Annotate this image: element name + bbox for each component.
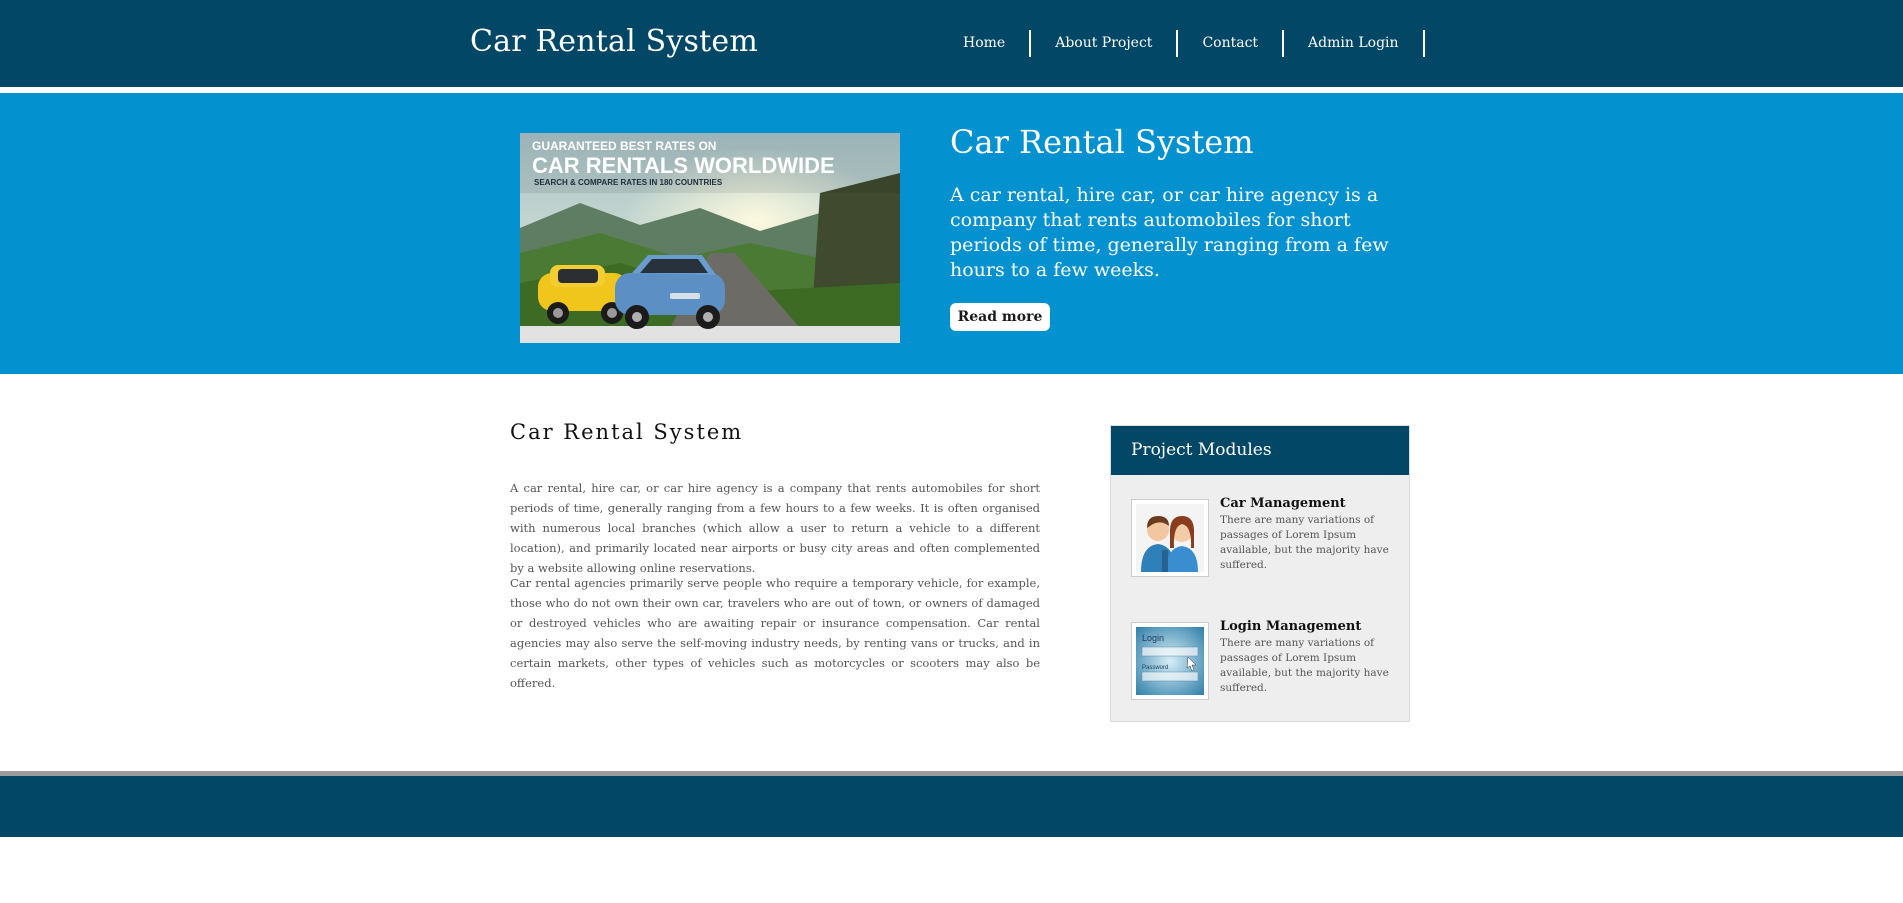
nav-admin-login[interactable]: Admin Login [1284,30,1425,57]
nav-about-project[interactable]: About Project [1031,30,1179,57]
project-modules-panel: Project Modules Car Management There are… [1110,425,1410,722]
content-title: Car Rental System [510,420,744,444]
hero-banner: GUARANTEED BEST RATES ON CAR RENTALS WOR… [0,93,1903,374]
hero-image-line3: SEARCH & COMPARE RATES IN 180 COUNTRIES [534,178,723,187]
login-form-icon: Login Password [1131,622,1209,700]
users-icon [1131,499,1209,577]
hero-image-line1: GUARANTEED BEST RATES ON [532,139,716,153]
hero-car-rental-image: GUARANTEED BEST RATES ON CAR RENTALS WOR… [520,133,900,343]
site-title[interactable]: Car Rental System [470,24,758,59]
read-more-button[interactable]: Read more [950,303,1050,331]
module-description: There are many variations of passages of… [1220,637,1389,694]
main-nav: Home About Project Contact Admin Login [937,30,1425,57]
hero-title: Car Rental System [950,123,1254,161]
content-paragraph: A car rental, hire car, or car hire agen… [510,481,1040,575]
thumb-password-label: Password [1142,665,1168,671]
module-description: There are many variations of passages of… [1220,514,1389,571]
nav-home[interactable]: Home [937,30,1032,57]
site-header: Car Rental System Home About Project Con… [0,0,1903,90]
hero-image-line2: CAR RENTALS WORLDWIDE [532,153,835,178]
site-footer [0,771,1903,837]
nav-contact[interactable]: Contact [1178,30,1285,57]
thumb-login-label: Login [1142,633,1164,643]
project-modules-title: Project Modules [1111,426,1409,475]
module-title[interactable]: Car Management [1220,496,1346,511]
module-title[interactable]: Login Management [1220,619,1361,634]
module-car-management: Car Management There are many variations… [1131,496,1401,579]
module-login-management: Login Password Login Management There ar… [1131,619,1401,702]
content-paragraph: Car rental agencies primarily serve peop… [510,576,1040,690]
hero-description: A car rental, hire car, or car hire agen… [950,184,1389,281]
